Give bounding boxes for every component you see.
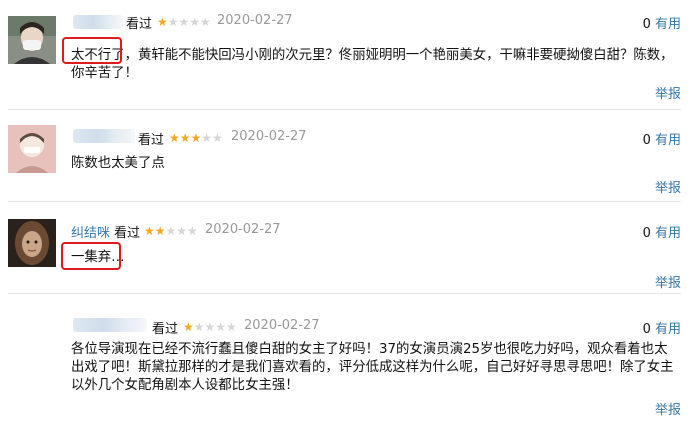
rating-stars: ★★★★★ (144, 224, 198, 238)
star-icon: ★★ (144, 224, 166, 238)
star-icon: ★★★ (165, 224, 198, 238)
vote-count: 0 (642, 133, 651, 148)
watched-label: 看过 (114, 226, 141, 241)
rating-stars: ★★★★★ (157, 15, 211, 29)
star-icon: ★★★★ (167, 15, 211, 29)
report-link[interactable]: 举报 (655, 177, 681, 196)
star-icon: ★★ (201, 131, 223, 145)
useful-votes[interactable]: 0 有用 (643, 318, 681, 337)
highlight-box (62, 37, 122, 64)
review-item: 看过 ★★★★★ 2020-02-27 0 有用 各位导演现在已经不流行蠢且傻白… (0, 294, 689, 423)
useful-votes[interactable]: 0 有用 (643, 13, 681, 32)
review-content: 陈数也太美了点 (71, 156, 165, 171)
review-date: 2020-02-27 (231, 129, 307, 144)
report-link[interactable]: 举报 (655, 399, 681, 418)
highlight-box (61, 242, 121, 270)
star-icon: ★ (183, 320, 194, 334)
username-blurred[interactable] (73, 15, 123, 29)
review-item: 看过 ★★★★★ 2020-02-27 0 有用 陈数也太美了点 举报 (0, 110, 689, 202)
useful-button[interactable]: 有用 (655, 226, 681, 241)
rating-stars: ★★★★★ (169, 131, 223, 145)
review-date: 2020-02-27 (205, 222, 281, 237)
useful-votes[interactable]: 0 有用 (643, 129, 681, 148)
vote-count: 0 (642, 322, 651, 337)
useful-button[interactable]: 有用 (655, 322, 681, 337)
vote-count: 0 (642, 226, 651, 241)
watched-label: 看过 (138, 133, 165, 148)
vote-count: 0 (642, 17, 651, 32)
user-avatar[interactable] (8, 125, 56, 173)
watched-label: 看过 (126, 17, 153, 32)
star-icon: ★★★★ (193, 320, 237, 334)
useful-button[interactable]: 有用 (655, 133, 681, 148)
star-icon: ★ (157, 15, 168, 29)
review-content: 一集弃… (71, 250, 125, 265)
username-blurred[interactable] (73, 318, 147, 332)
rating-stars: ★★★★★ (183, 320, 237, 334)
star-icon: ★★★ (169, 131, 202, 145)
username-link[interactable]: 纠结咪 (71, 222, 110, 241)
useful-votes[interactable]: 0 有用 (643, 222, 681, 241)
username-blurred[interactable] (73, 129, 135, 143)
report-link[interactable]: 举报 (655, 83, 681, 102)
review-content: 太不行了，黄轩能不能快回冯小刚的次元里？佟丽娅明明一个艳丽美女，干嘛非要硬拗傻白… (71, 48, 674, 81)
useful-button[interactable]: 有用 (655, 17, 681, 32)
watched-label: 看过 (152, 322, 179, 337)
review-date: 2020-02-27 (244, 318, 320, 333)
user-avatar[interactable] (8, 219, 56, 267)
report-link[interactable]: 举报 (655, 272, 681, 291)
user-avatar[interactable] (8, 16, 56, 64)
review-date: 2020-02-27 (217, 13, 293, 28)
review-content: 各位导演现在已经不流行蠢且傻白甜的女主了好吗！37的女演员演25岁也很吃力好吗，… (71, 342, 674, 393)
